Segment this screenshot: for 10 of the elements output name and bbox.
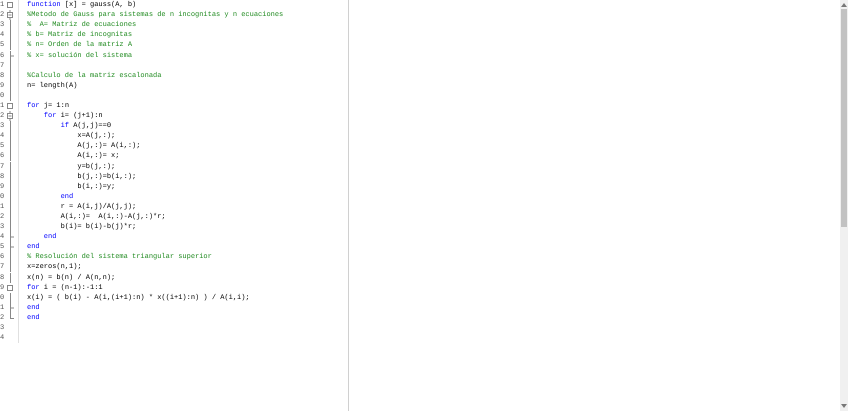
code-editor[interactable] [0,0,349,411]
fold-box-icon[interactable] [7,284,13,291]
fold-box-icon[interactable] [7,102,13,109]
fold-minus-icon[interactable] [7,111,13,122]
vertical-scrollbar[interactable] [840,0,848,411]
fold-box-icon[interactable] [7,2,13,8]
scroll-down-icon[interactable] [841,403,847,409]
fold-minus-icon[interactable] [7,10,13,20]
scrollbar-thumb[interactable] [841,9,847,227]
fold-end-icon [10,50,14,61]
